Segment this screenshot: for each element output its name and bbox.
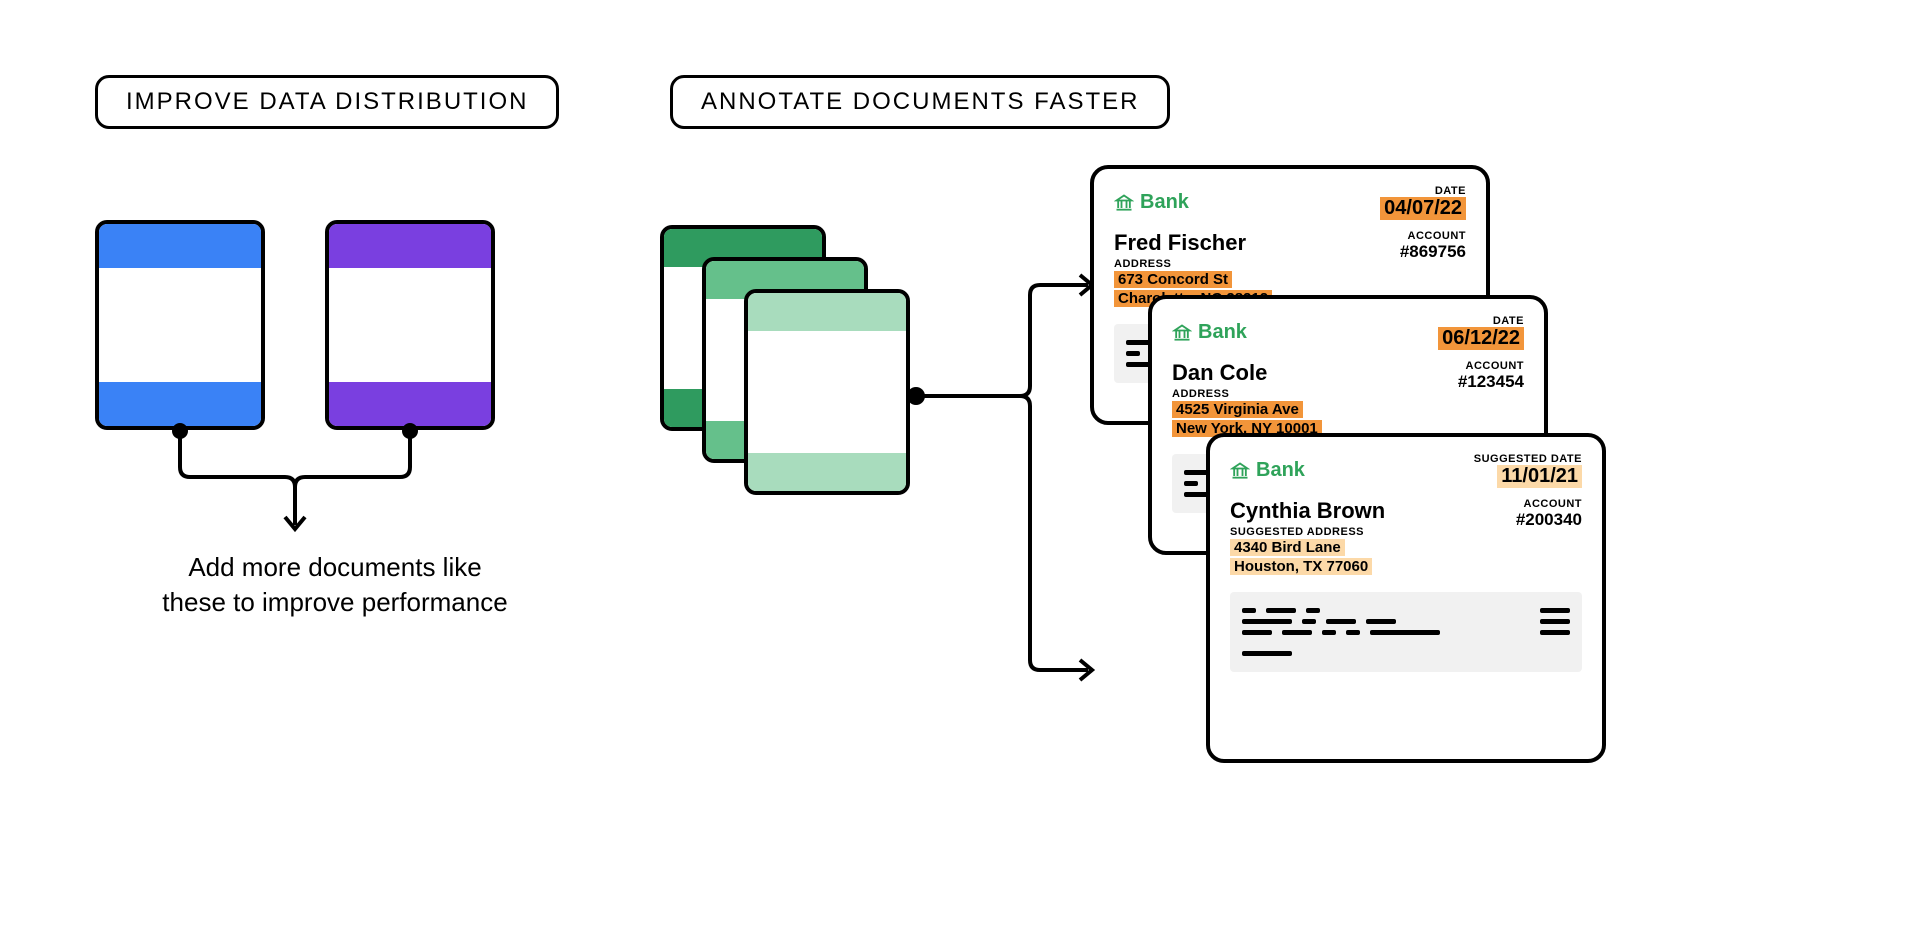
doc-card-blue xyxy=(95,220,265,430)
doc-body xyxy=(329,268,491,382)
address-line: Houston, TX 77060 xyxy=(1230,558,1372,575)
address-label: SUGGESTED ADDRESS xyxy=(1230,526,1385,538)
redacted-block xyxy=(1230,592,1582,672)
account-block: ACCOUNT #200340 xyxy=(1516,498,1582,530)
address-label: ADDRESS xyxy=(1114,258,1272,270)
left-caption: Add more documents like these to improve… xyxy=(95,550,575,620)
address-label: ADDRESS xyxy=(1172,388,1322,400)
date-block: SUGGESTED DATE 11/01/21 xyxy=(1474,453,1582,488)
title-improve-distribution: IMPROVE DATA DISTRIBUTION xyxy=(95,75,559,129)
doc-band xyxy=(748,293,906,331)
bank-icon xyxy=(1230,461,1250,481)
doc-band xyxy=(329,382,491,426)
date-value: 04/07/22 xyxy=(1380,197,1466,220)
date-label: SUGGESTED DATE xyxy=(1474,453,1582,465)
account-value: #869756 xyxy=(1400,242,1466,261)
date-label: DATE xyxy=(1380,185,1466,197)
doc-band xyxy=(99,382,261,426)
date-block: DATE 06/12/22 xyxy=(1438,315,1524,350)
doc-band xyxy=(329,224,491,268)
address-line: 4525 Virginia Ave xyxy=(1172,401,1303,418)
customer-name: Fred Fischer xyxy=(1114,230,1272,256)
account-block: ACCOUNT #869756 xyxy=(1400,230,1466,262)
doc-card-purple xyxy=(325,220,495,430)
address-line: 673 Concord St xyxy=(1114,271,1232,288)
account-block: ACCOUNT #123454 xyxy=(1458,360,1524,392)
bank-card-stack: Bank DATE 04/07/22 Fred Fischer ADDRESS … xyxy=(1090,165,1650,785)
customer-name: Dan Cole xyxy=(1172,360,1322,386)
date-label: DATE xyxy=(1438,315,1524,327)
diagram-container: IMPROVE DATA DISTRIBUTION ANNOTATE DOCUM… xyxy=(0,0,1920,937)
bank-label: Bank xyxy=(1198,321,1247,344)
green-document-stack xyxy=(660,225,940,505)
doc-band xyxy=(99,224,261,268)
green-doc xyxy=(744,289,910,495)
bank-label: Bank xyxy=(1256,459,1305,482)
merge-arrow-icon xyxy=(95,425,515,545)
account-value: #123454 xyxy=(1458,372,1524,391)
left-section: Add more documents like these to improve… xyxy=(95,220,575,620)
caption-line: Add more documents like xyxy=(188,552,481,582)
account-label: ACCOUNT xyxy=(1516,498,1582,510)
date-value: 06/12/22 xyxy=(1438,327,1524,350)
bank-label: Bank xyxy=(1140,191,1189,214)
bank-logo: Bank xyxy=(1114,191,1189,214)
date-block: DATE 04/07/22 xyxy=(1380,185,1466,220)
title-annotate-faster: ANNOTATE DOCUMENTS FASTER xyxy=(670,75,1170,129)
customer-name: Cynthia Brown xyxy=(1230,498,1385,524)
bank-icon xyxy=(1114,193,1134,213)
doc-band xyxy=(748,453,906,491)
date-value: 11/01/21 xyxy=(1497,465,1582,488)
bank-card: Bank SUGGESTED DATE 11/01/21 Cynthia Bro… xyxy=(1206,433,1606,763)
document-pair xyxy=(95,220,575,430)
account-label: ACCOUNT xyxy=(1458,360,1524,372)
account-label: ACCOUNT xyxy=(1400,230,1466,242)
doc-body xyxy=(99,268,261,382)
bank-icon xyxy=(1172,323,1192,343)
address-line: 4340 Bird Lane xyxy=(1230,539,1345,556)
doc-body xyxy=(748,331,906,453)
bank-logo: Bank xyxy=(1172,321,1247,344)
account-value: #200340 xyxy=(1516,510,1582,529)
caption-line: these to improve performance xyxy=(162,587,507,617)
bank-logo: Bank xyxy=(1230,459,1305,482)
